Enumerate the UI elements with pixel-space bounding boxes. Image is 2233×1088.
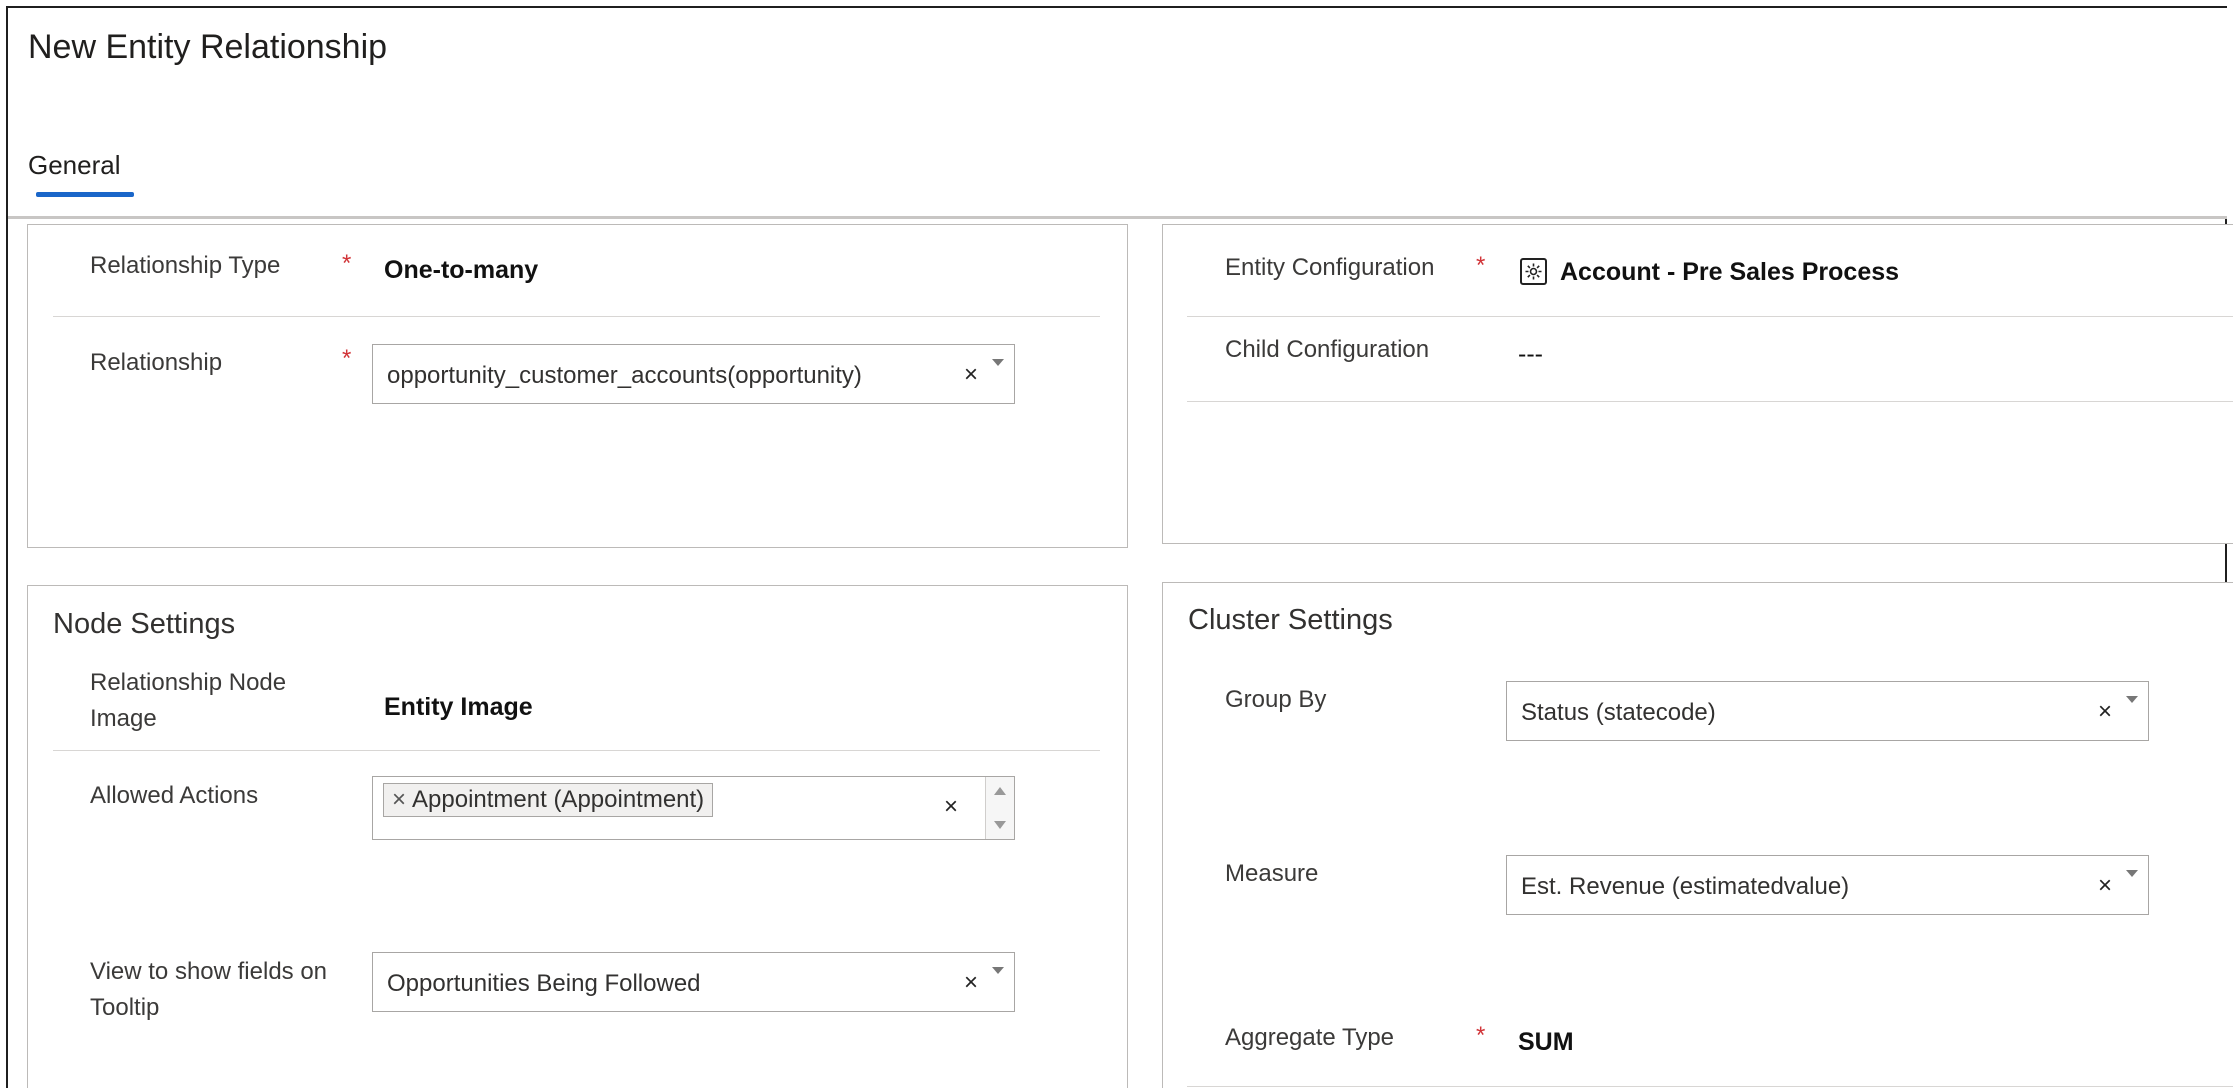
divider	[1187, 1086, 2233, 1087]
cluster-settings-title: Cluster Settings	[1188, 604, 1393, 636]
clear-icon[interactable]: ×	[944, 793, 958, 821]
relationship-lookup-value: opportunity_customer_accounts(opportunit…	[387, 362, 862, 389]
group-by-lookup[interactable]: Status (statecode) ×	[1506, 681, 2149, 741]
chevron-down-icon[interactable]	[2126, 696, 2138, 703]
clear-icon[interactable]: ×	[2098, 698, 2112, 726]
scroll-up-icon[interactable]	[994, 787, 1006, 795]
relationship-lookup[interactable]: opportunity_customer_accounts(opportunit…	[372, 344, 1015, 404]
remove-tag-icon[interactable]: ×	[392, 786, 406, 813]
clear-icon[interactable]: ×	[2098, 872, 2112, 900]
relationship-type-value: One-to-many	[384, 256, 539, 284]
required-marker: *	[342, 345, 352, 372]
group-by-value: Status (statecode)	[1521, 699, 1716, 726]
aggregate-type-label: Aggregate Type	[1225, 1024, 1395, 1051]
relationship-node-image-value: Entity Image	[384, 693, 533, 721]
required-marker: *	[342, 250, 352, 277]
cluster-settings-section	[1162, 582, 2233, 1088]
measure-label: Measure	[1225, 860, 1319, 887]
tab-general[interactable]: General	[28, 150, 121, 181]
clear-icon[interactable]: ×	[964, 361, 978, 389]
entity-configuration-label: Entity Configuration	[1225, 254, 1435, 281]
divider	[53, 750, 1100, 751]
divider	[1187, 401, 2233, 402]
allowed-actions-label: Allowed Actions	[90, 782, 259, 809]
required-marker: *	[1476, 252, 1486, 279]
page-title: New Entity Relationship	[28, 28, 388, 66]
relationship-label: Relationship	[90, 349, 223, 376]
aggregate-type-value: SUM	[1518, 1028, 1574, 1056]
relationship-node-image-label: Relationship Node Image	[90, 669, 287, 732]
group-by-label: Group By	[1225, 686, 1327, 713]
tooltip-view-label: View to show fields on Tooltip	[90, 958, 328, 1021]
entity-configuration-link[interactable]: Account - Pre Sales Process	[1560, 258, 1899, 287]
child-configuration-label: Child Configuration	[1225, 336, 1430, 363]
selected-tag[interactable]: × Appointment (Appointment)	[383, 783, 714, 817]
tooltip-view-lookup[interactable]: Opportunities Being Followed ×	[372, 952, 1015, 1012]
relationship-type-label: Relationship Type	[90, 252, 281, 279]
measure-value: Est. Revenue (estimatedvalue)	[1521, 873, 1850, 900]
node-settings-title: Node Settings	[53, 608, 236, 640]
required-marker: *	[1476, 1022, 1486, 1049]
scroll-down-icon[interactable]	[994, 821, 1006, 829]
chevron-down-icon[interactable]	[992, 967, 1004, 974]
child-configuration-value: ---	[1518, 340, 1543, 368]
form-header: New Entity Relationship General	[8, 8, 2227, 218]
header-divider	[8, 216, 2227, 219]
chevron-down-icon[interactable]	[992, 359, 1004, 366]
entity-config-icon	[1520, 258, 1547, 285]
allowed-actions-multiselect[interactable]: × Appointment (Appointment) ×	[372, 776, 1015, 840]
chevron-down-icon[interactable]	[2126, 870, 2138, 877]
tab-active-indicator	[36, 192, 134, 197]
divider	[1187, 316, 2233, 317]
scrollbar[interactable]	[985, 777, 1014, 839]
measure-lookup[interactable]: Est. Revenue (estimatedvalue) ×	[1506, 855, 2149, 915]
clear-icon[interactable]: ×	[964, 969, 978, 997]
tooltip-view-value: Opportunities Being Followed	[387, 970, 701, 997]
divider	[53, 316, 1100, 317]
selected-tag-label: Appointment (Appointment)	[412, 786, 705, 813]
